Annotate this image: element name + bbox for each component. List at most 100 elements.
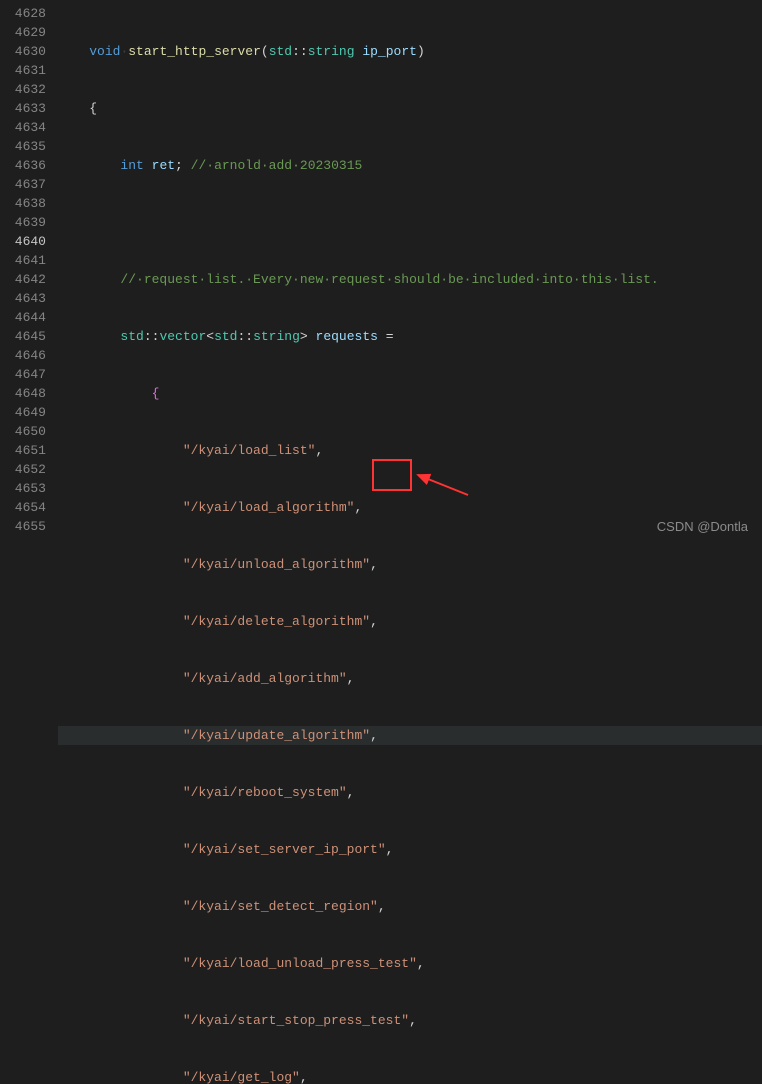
comma: , — [370, 728, 378, 743]
brace-highlight: { — [152, 386, 160, 401]
line-number: 4632 — [6, 80, 46, 99]
line-number-gutter: 4628 4629 4630 4631 4632 4633 4634 4635 … — [0, 0, 58, 542]
string-literal: "/kyai/add_algorithm" — [183, 671, 347, 686]
line-number: 4645 — [6, 327, 46, 346]
variable: requests — [316, 329, 378, 344]
code-line[interactable]: { — [58, 384, 762, 403]
line-number: 4643 — [6, 289, 46, 308]
line-number: 4648 — [6, 384, 46, 403]
line-number: 4641 — [6, 251, 46, 270]
code-line[interactable]: "/kyai/set_server_ip_port", — [58, 840, 762, 859]
string-literal: "/kyai/load_algorithm" — [183, 500, 355, 515]
code-line[interactable]: { — [58, 99, 762, 118]
line-number: 4638 — [6, 194, 46, 213]
line-number: 4646 — [6, 346, 46, 365]
comma: , — [370, 614, 378, 629]
function-name: start_http_server — [128, 44, 261, 59]
string-literal: "/kyai/delete_algorithm" — [183, 614, 370, 629]
paren: ) — [417, 44, 425, 59]
namespace: std — [214, 329, 237, 344]
string-literal: "/kyai/set_detect_region" — [183, 899, 378, 914]
code-line[interactable]: int ret; //·arnold·add·20230315 — [58, 156, 762, 175]
line-number: 4628 — [6, 4, 46, 23]
code-line[interactable]: "/kyai/start_stop_press_test", — [58, 1011, 762, 1030]
line-number: 4631 — [6, 61, 46, 80]
line-number: 4651 — [6, 441, 46, 460]
code-line[interactable]: "/kyai/add_algorithm", — [58, 669, 762, 688]
code-line[interactable]: "/kyai/delete_algorithm", — [58, 612, 762, 631]
operator: = — [386, 329, 394, 344]
watermark: CSDN @Dontla — [657, 519, 748, 534]
line-number: 4633 — [6, 99, 46, 118]
code-line[interactable]: "/kyai/load_unload_press_test", — [58, 954, 762, 973]
line-number-active: 4640 — [6, 232, 46, 251]
line-number: 4629 — [6, 23, 46, 42]
parameter: ip_port — [362, 44, 417, 59]
namespace: std — [269, 44, 292, 59]
code-line[interactable]: //·request·list.·Every·new·request·shoul… — [58, 270, 762, 289]
code-line[interactable]: void·start_http_server(std::string ip_po… — [58, 42, 762, 61]
type: string — [253, 329, 300, 344]
string-literal: "/kyai/load_unload_press_test" — [183, 956, 417, 971]
line-number: 4654 — [6, 498, 46, 517]
string-literal: "/kyai/update_algorithm" — [183, 728, 370, 743]
comma: , — [300, 1070, 308, 1084]
string-literal: "/kyai/unload_algorithm" — [183, 557, 370, 572]
scope-op: :: — [292, 44, 308, 59]
line-number: 4636 — [6, 156, 46, 175]
scope-op: :: — [144, 329, 160, 344]
code-line[interactable]: "/kyai/unload_algorithm", — [58, 555, 762, 574]
comma: , — [347, 785, 355, 800]
code-line[interactable]: "/kyai/load_algorithm", — [58, 498, 762, 517]
string-literal: "/kyai/get_log" — [183, 1070, 300, 1084]
angle: > — [300, 329, 308, 344]
semicolon: ; — [175, 158, 183, 173]
code-editor[interactable]: 4628 4629 4630 4631 4632 4633 4634 4635 … — [0, 0, 762, 542]
type: vector — [159, 329, 206, 344]
line-number: 4639 — [6, 213, 46, 232]
code-line[interactable]: std::vector<std::string> requests = — [58, 327, 762, 346]
scope-op: :: — [237, 329, 253, 344]
keyword: void — [89, 44, 120, 59]
line-number: 4655 — [6, 517, 46, 536]
comma: , — [417, 956, 425, 971]
brace: { — [89, 101, 97, 116]
code-line-active[interactable]: "/kyai/update_algorithm", — [58, 726, 762, 745]
paren: ( — [261, 44, 269, 59]
string-literal: "/kyai/reboot_system" — [183, 785, 347, 800]
line-number: 4650 — [6, 422, 46, 441]
string-literal: "/kyai/load_list" — [183, 443, 316, 458]
comment: //·arnold·add·20230315 — [191, 158, 363, 173]
string-literal: "/kyai/start_stop_press_test" — [183, 1013, 409, 1028]
code-line[interactable]: "/kyai/reboot_system", — [58, 783, 762, 802]
angle: < — [206, 329, 214, 344]
comma: , — [386, 842, 394, 857]
keyword: int — [120, 158, 143, 173]
code-line[interactable]: "/kyai/get_log", — [58, 1068, 762, 1084]
comma: , — [370, 557, 378, 572]
variable: ret — [152, 158, 175, 173]
line-number: 4634 — [6, 118, 46, 137]
line-number: 4637 — [6, 175, 46, 194]
comma: , — [315, 443, 323, 458]
comma: , — [347, 671, 355, 686]
comma: , — [354, 500, 362, 515]
comma: , — [409, 1013, 417, 1028]
line-number: 4647 — [6, 365, 46, 384]
code-line[interactable]: "/kyai/set_detect_region", — [58, 897, 762, 916]
line-number: 4642 — [6, 270, 46, 289]
comma: , — [378, 899, 386, 914]
namespace: std — [120, 329, 143, 344]
line-number: 4635 — [6, 137, 46, 156]
line-number: 4644 — [6, 308, 46, 327]
line-number: 4652 — [6, 460, 46, 479]
code-line[interactable]: "/kyai/load_list", — [58, 441, 762, 460]
code-line[interactable] — [58, 213, 762, 232]
line-number: 4653 — [6, 479, 46, 498]
line-number: 4649 — [6, 403, 46, 422]
type: string — [308, 44, 355, 59]
line-number: 4630 — [6, 42, 46, 61]
comment: //·request·list.·Every·new·request·shoul… — [120, 272, 658, 287]
string-literal: "/kyai/set_server_ip_port" — [183, 842, 386, 857]
code-area[interactable]: void·start_http_server(std::string ip_po… — [58, 0, 762, 542]
